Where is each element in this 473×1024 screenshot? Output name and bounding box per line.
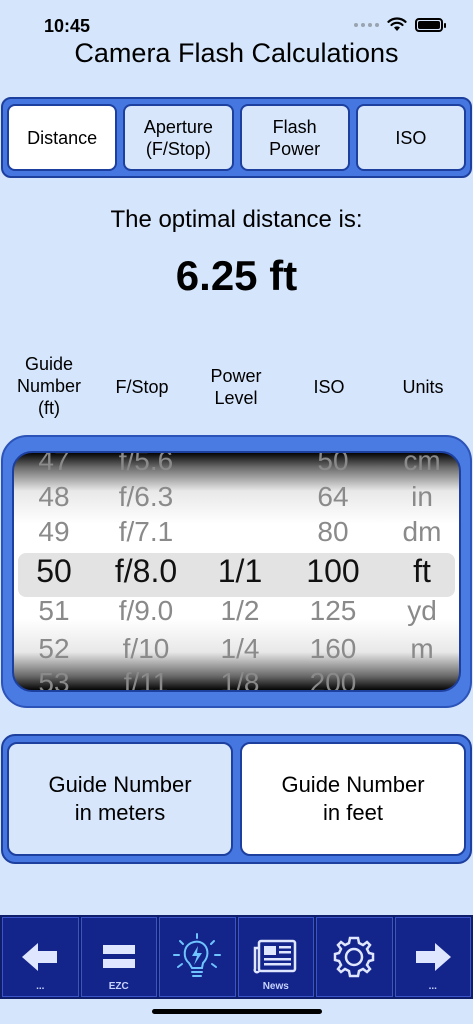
picker-selected-value[interactable]: 1/1: [195, 553, 285, 590]
picker-option[interactable]: 160: [288, 633, 378, 665]
picker-selected-value[interactable]: 100: [288, 553, 378, 590]
forward-button-sub: ...: [428, 981, 437, 992]
picker-option[interactable]: dm: [377, 516, 459, 548]
newspaper-icon: [253, 939, 296, 974]
picker-option[interactable]: yd: [377, 595, 459, 627]
picker-option[interactable]: f/5.6: [101, 453, 191, 477]
wifi-icon: [387, 17, 407, 31]
picker-option[interactable]: 53: [14, 667, 99, 690]
picker-option[interactable]: 1/8: [195, 667, 285, 690]
picker-option[interactable]: 47: [14, 453, 99, 477]
picker-column-power-level[interactable]: 1/1 1/2 1/4 1/8: [195, 453, 285, 690]
guide-number-unit-selector: Guide Number in meters Guide Number in f…: [1, 734, 472, 864]
column-header-guide-number: Guide Number (ft): [16, 354, 82, 418]
signal-dots-icon: [354, 22, 379, 27]
picker-option[interactable]: f/10: [101, 633, 191, 665]
column-header-power-level: Power Level: [210, 366, 262, 408]
settings-button[interactable]: [316, 917, 393, 997]
picker-option[interactable]: f/6.3: [101, 481, 191, 513]
picker-column-headers: Guide Number (ft) F/Stop Power Level ISO…: [0, 353, 473, 423]
status-time: 10:45: [44, 16, 91, 36]
gear-icon: [334, 936, 375, 978]
ezc-button[interactable]: EZC: [80, 917, 157, 997]
column-header-units: Units: [402, 377, 444, 397]
value-picker[interactable]: 47 48 49 50 51 52 53 f/5.6 f/6.3 f/7.1 f/8.0 f/9.0 f…: [12, 451, 461, 692]
picker-option[interactable]: 1/2: [195, 595, 285, 627]
ezc-label: EZC: [108, 981, 129, 992]
picker-option[interactable]: m: [377, 633, 459, 665]
calculation-mode-tabs: Distance Aperture (F/Stop) Flash Power I…: [1, 97, 472, 178]
battery-icon: [415, 17, 446, 32]
value-picker-frame: 47 48 49 50 51 52 53 f/5.6 f/6.3 f/7.1 f/8.0 f/9.0 f…: [1, 435, 472, 708]
tab-flash-power[interactable]: Flash Power: [239, 104, 350, 171]
home-indicator: [152, 1009, 322, 1014]
guide-number-meters-button[interactable]: Guide Number in meters: [7, 742, 233, 856]
picker-option[interactable]: 80: [288, 516, 378, 548]
back-button[interactable]: ...: [2, 917, 79, 997]
picker-selected-value[interactable]: ft: [377, 553, 459, 590]
result-value: 6.25 ft: [175, 252, 298, 299]
app-title: Camera Flash Calculations: [74, 38, 399, 68]
equals-icon: [102, 945, 135, 968]
picker-option[interactable]: 51: [14, 595, 99, 627]
forward-button[interactable]: ...: [394, 917, 471, 997]
picker-option[interactable]: 1/4: [195, 633, 285, 665]
picker-option[interactable]: 200: [288, 667, 378, 690]
picker-option[interactable]: f/11: [101, 667, 191, 690]
picker-selected-value[interactable]: f/8.0: [101, 553, 191, 590]
bottom-toolbar: ... EZC News ...: [0, 915, 473, 999]
picker-option[interactable]: in: [377, 481, 459, 513]
picker-column-fstop[interactable]: f/5.6 f/6.3 f/7.1 f/8.0 f/9.0 f/10 f/11: [101, 453, 191, 690]
news-button[interactable]: News: [237, 917, 314, 997]
guide-number-feet-button[interactable]: Guide Number in feet: [240, 742, 466, 856]
tips-button[interactable]: [159, 917, 236, 997]
tab-iso[interactable]: ISO: [355, 104, 466, 171]
picker-column-guide-number[interactable]: 47 48 49 50 51 52 53: [14, 453, 99, 690]
tab-aperture[interactable]: Aperture (F/Stop): [123, 104, 234, 171]
picker-option[interactable]: f/9.0: [101, 595, 191, 627]
arrow-right-icon: [415, 943, 451, 971]
picker-column-units[interactable]: cm in dm ft yd m: [377, 453, 459, 690]
picker-option[interactable]: f/7.1: [101, 516, 191, 548]
picker-option[interactable]: 50: [288, 453, 378, 477]
picker-selected-value[interactable]: 50: [14, 553, 99, 590]
status-icons: [354, 17, 446, 32]
arrow-left-icon: [22, 943, 58, 971]
lightbulb-icon: [173, 933, 222, 977]
picker-option[interactable]: cm: [377, 453, 459, 477]
result-label: The optimal distance is:: [110, 206, 363, 233]
picker-option[interactable]: 125: [288, 595, 378, 627]
column-header-fstop: F/Stop: [115, 377, 169, 397]
picker-option[interactable]: 49: [14, 516, 99, 548]
back-button-sub: ...: [36, 981, 45, 992]
tab-distance[interactable]: Distance: [7, 104, 118, 171]
picker-option[interactable]: 48: [14, 481, 99, 513]
news-label: News: [262, 981, 289, 992]
column-header-iso: ISO: [313, 377, 345, 397]
picker-option[interactable]: 64: [288, 481, 378, 513]
picker-option[interactable]: 52: [14, 633, 99, 665]
picker-column-iso[interactable]: 50 64 80 100 125 160 200: [288, 453, 378, 690]
